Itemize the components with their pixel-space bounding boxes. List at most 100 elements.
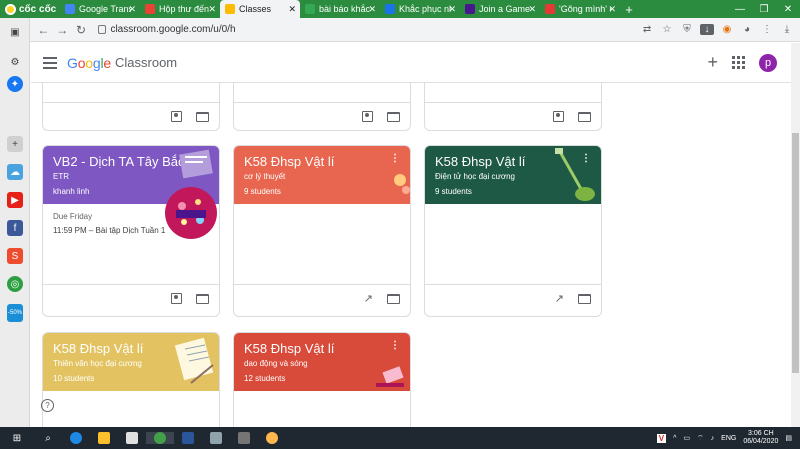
teacher-profile-photo[interactable] bbox=[164, 186, 218, 240]
edge-icon[interactable] bbox=[62, 432, 90, 444]
open-folder-icon[interactable] bbox=[387, 293, 400, 304]
class-card-thien-van[interactable]: K58 Đhsp Vật lí Thiên văn học đại cương … bbox=[42, 332, 220, 427]
discount-badge-icon[interactable]: -50% bbox=[7, 304, 23, 322]
taskbar-clock[interactable]: 3:06 CH 06/04/2020 bbox=[743, 430, 778, 446]
tab-google-translate[interactable]: Google Transl ✕ bbox=[60, 0, 140, 18]
unikey-icon[interactable]: V bbox=[656, 433, 667, 443]
close-window-button[interactable]: ✕ bbox=[776, 4, 800, 15]
trending-up-icon[interactable]: ↗ bbox=[555, 292, 564, 305]
page-scrollbar[interactable] bbox=[791, 43, 800, 427]
reload-button[interactable]: ↻ bbox=[72, 23, 91, 37]
search-icon[interactable]: ⌕ bbox=[34, 433, 62, 444]
tab-title: bài báo khắc p bbox=[319, 4, 371, 14]
class-card-dao-dong[interactable]: K58 Đhsp Vật lí dao động và sóng 12 stud… bbox=[233, 332, 411, 427]
account-avatar[interactable]: p bbox=[759, 53, 777, 72]
close-tab-icon[interactable]: ✕ bbox=[208, 4, 216, 15]
minimize-button[interactable]: — bbox=[728, 4, 752, 15]
tab-khac-phuc[interactable]: Khắc phục nh ✕ bbox=[380, 0, 460, 18]
open-folder-icon[interactable] bbox=[578, 293, 591, 304]
browser-brand[interactable]: cốc cốc bbox=[0, 0, 60, 18]
tray-chevron-icon[interactable]: ^ bbox=[673, 435, 676, 442]
word-icon[interactable] bbox=[174, 432, 202, 444]
settings-gear-icon[interactable]: ⚙ bbox=[7, 54, 23, 70]
more-options-icon[interactable]: ⋮ bbox=[390, 340, 400, 351]
open-folder-icon[interactable] bbox=[196, 293, 209, 304]
coccoc-taskbar-icon[interactable] bbox=[146, 432, 174, 444]
help-button[interactable]: ? bbox=[41, 399, 54, 412]
battery-icon[interactable]: ▭ bbox=[683, 434, 690, 442]
student-count: 9 students bbox=[244, 187, 281, 196]
tab-gmail[interactable]: Hộp thư đến ✕ bbox=[140, 0, 220, 18]
close-tab-icon[interactable]: ✕ bbox=[448, 4, 456, 15]
class-card-header[interactable]: K58 Đhsp Vật lí Thiên văn học đại cương … bbox=[43, 333, 219, 391]
maximize-button[interactable]: ❐ bbox=[752, 4, 776, 15]
notifications-icon[interactable]: ▤ bbox=[785, 434, 792, 442]
open-folder-icon[interactable] bbox=[578, 111, 591, 122]
close-tab-icon[interactable]: ✕ bbox=[608, 4, 616, 15]
tab-classes[interactable]: Classes ✕ bbox=[220, 0, 300, 18]
download-icon[interactable]: ↓ bbox=[700, 24, 715, 35]
google-logo[interactable]: Google bbox=[67, 55, 111, 71]
browser-brand-label: cốc cốc bbox=[19, 3, 57, 15]
main-menu-icon[interactable] bbox=[43, 56, 57, 69]
profile-icon[interactable]: ◕ bbox=[740, 24, 754, 35]
cloud-icon[interactable]: ☁ bbox=[7, 164, 23, 180]
class-card-header[interactable]: K58 Đhsp Vật lí dao động và sóng 12 stud… bbox=[234, 333, 410, 391]
back-button[interactable]: ← bbox=[34, 23, 53, 37]
shield-icon[interactable]: ⛨ bbox=[680, 24, 694, 35]
app-grid-icon[interactable] bbox=[118, 432, 146, 444]
class-card-header[interactable]: K58 Đhsp Vật lí cơ lý thuyết 9 students … bbox=[234, 146, 410, 204]
class-card-header[interactable]: K58 Đhsp Vật lí Điện tử học đại cương 9 … bbox=[425, 146, 601, 204]
class-name[interactable]: K58 Đhsp Vật lí bbox=[244, 341, 400, 356]
class-name[interactable]: K58 Đhsp Vật lí bbox=[244, 154, 400, 169]
class-card-dien-tu-hoc[interactable]: K58 Đhsp Vật lí Điện tử học đại cương 9 … bbox=[424, 145, 602, 317]
sidebar-toggle-icon[interactable]: ▣ bbox=[7, 24, 23, 40]
calculator-icon[interactable] bbox=[230, 432, 258, 444]
shopee-icon[interactable]: S bbox=[7, 248, 23, 264]
close-tab-icon[interactable]: ✕ bbox=[128, 4, 136, 15]
class-card-vb2[interactable]: VB2 - Dịch TA Tây Bắc ETR khanh linh ⋮ D… bbox=[42, 145, 220, 317]
class-card-co-ly-thuyet[interactable]: K58 Đhsp Vật lí cơ lý thuyết 9 students … bbox=[233, 145, 411, 317]
messenger-icon[interactable]: ✦ bbox=[7, 76, 23, 92]
close-tab-icon[interactable]: ✕ bbox=[528, 4, 536, 15]
open-gradebook-icon[interactable] bbox=[362, 111, 373, 122]
network-icon[interactable]: ⌔ bbox=[697, 434, 704, 443]
open-folder-icon[interactable] bbox=[387, 111, 400, 122]
open-folder-icon[interactable] bbox=[196, 111, 209, 122]
coccoc-app-icon[interactable]: ◎ bbox=[7, 276, 23, 292]
create-join-class-button[interactable]: + bbox=[707, 52, 718, 73]
facebook-icon[interactable]: f bbox=[7, 220, 23, 236]
tab-gong-minh[interactable]: 'Gõng mình' c ✕ bbox=[540, 0, 620, 18]
translate-page-icon[interactable]: ⇄ bbox=[640, 24, 654, 35]
google-apps-icon[interactable] bbox=[732, 56, 745, 69]
input-language[interactable]: ENG bbox=[721, 435, 736, 442]
store-icon[interactable] bbox=[202, 432, 230, 444]
more-options-icon[interactable]: ⋮ bbox=[390, 153, 400, 164]
class-card-partial[interactable] bbox=[42, 83, 220, 131]
open-gradebook-icon[interactable] bbox=[171, 293, 182, 304]
class-card-partial[interactable] bbox=[233, 83, 411, 131]
close-tab-icon[interactable]: ✕ bbox=[288, 4, 296, 15]
class-card-partial[interactable] bbox=[424, 83, 602, 131]
trending-up-icon[interactable]: ↗ bbox=[364, 292, 373, 305]
tab-join-a-game[interactable]: Join a Game ✕ bbox=[460, 0, 540, 18]
paint-icon[interactable] bbox=[258, 432, 286, 444]
open-gradebook-icon[interactable] bbox=[171, 111, 182, 122]
close-tab-icon[interactable]: ✕ bbox=[368, 4, 376, 15]
forward-button[interactable]: → bbox=[53, 23, 72, 37]
scrollbar-thumb[interactable] bbox=[792, 133, 799, 373]
address-bar[interactable]: classroom.google.com/u/0/h bbox=[94, 21, 640, 39]
class-card-body bbox=[425, 204, 601, 284]
menu-icon[interactable]: ⋮ bbox=[760, 24, 774, 35]
new-tab-button[interactable]: + bbox=[620, 0, 638, 18]
extension-icon[interactable]: ◉ bbox=[720, 24, 734, 35]
bookmark-star-icon[interactable]: ☆ bbox=[660, 24, 674, 35]
tab-bai-bao[interactable]: bài báo khắc p ✕ bbox=[300, 0, 380, 18]
youtube-icon[interactable]: ▶ bbox=[7, 192, 23, 208]
open-gradebook-icon[interactable] bbox=[553, 111, 564, 122]
volume-icon[interactable]: ♪ bbox=[711, 435, 715, 442]
downloads-icon[interactable]: ⤓ bbox=[780, 24, 794, 35]
windows-start-icon[interactable]: ⊞ bbox=[0, 433, 34, 444]
file-explorer-icon[interactable] bbox=[90, 432, 118, 444]
add-sidebar-app-icon[interactable]: + bbox=[7, 136, 23, 152]
